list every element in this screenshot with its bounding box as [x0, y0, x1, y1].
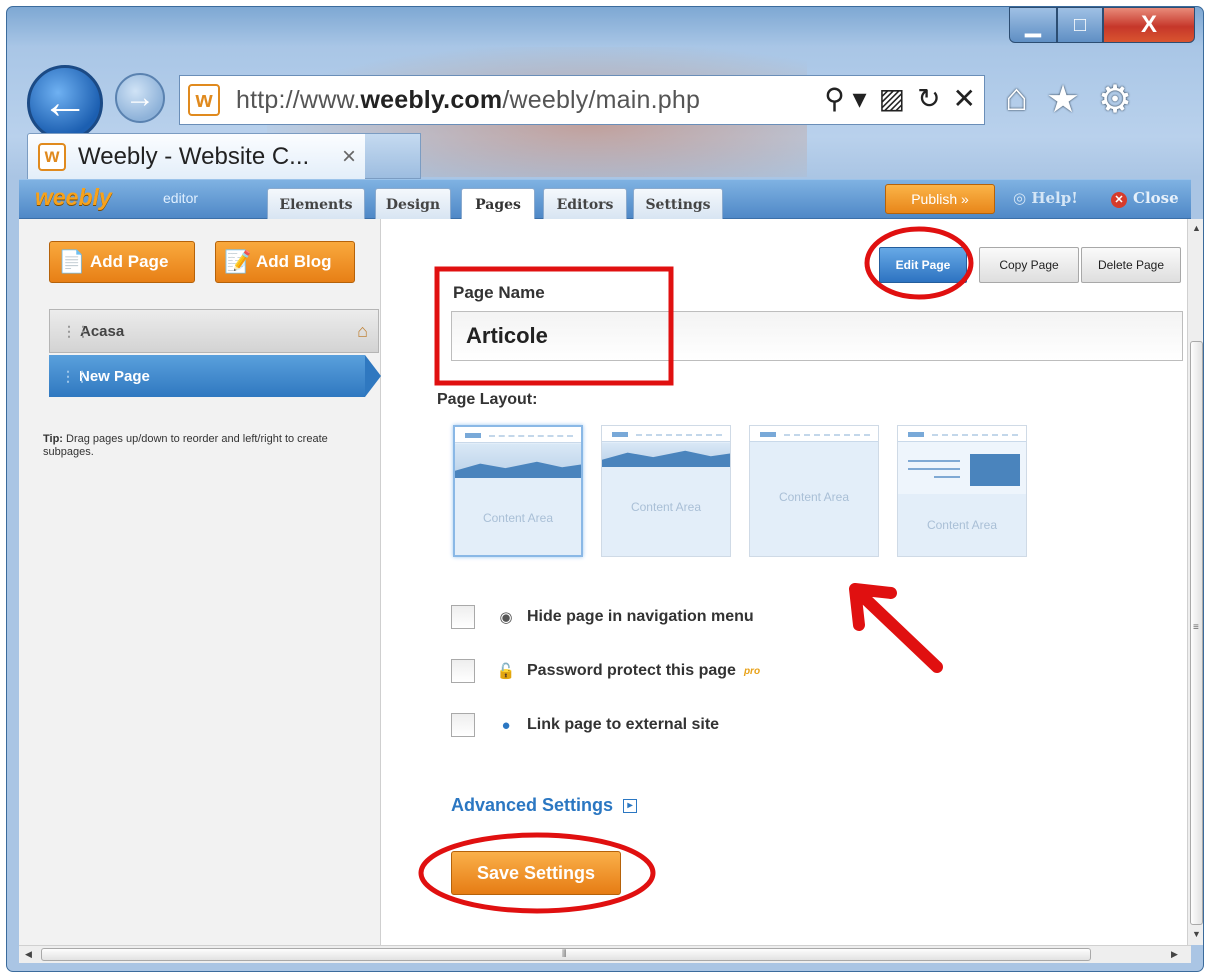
layout-option-no-banner[interactable]: Content Area: [749, 425, 879, 557]
tab-pages[interactable]: Pages: [461, 188, 535, 221]
password-protect-checkbox[interactable]: [451, 659, 475, 683]
home-icon[interactable]: ⌂: [1005, 77, 1028, 122]
help-icon: ◎: [1013, 189, 1032, 207]
hide-page-option: ◉ Hide page in navigation menu: [451, 605, 754, 629]
lock-icon: 🔓: [496, 663, 516, 680]
layout-content-label: Content Area: [482, 511, 554, 525]
favorites-star-icon[interactable]: ★: [1046, 77, 1080, 122]
save-settings-button[interactable]: Save Settings: [451, 851, 621, 895]
home-icon: ⌂: [357, 320, 368, 341]
address-bar[interactable]: w http://www.weebly.com/weebly/main.php …: [179, 75, 985, 125]
new-blog-icon: 📝: [224, 249, 252, 274]
tab-design[interactable]: Design: [375, 188, 451, 220]
pro-badge: pro: [743, 665, 761, 677]
compatibility-view-icon[interactable]: ▨: [879, 82, 905, 115]
layout-content-label: Content Area: [630, 500, 702, 514]
drag-handle-icon[interactable]: ⋮⋮: [61, 368, 89, 385]
hide-page-checkbox[interactable]: [451, 605, 475, 629]
add-page-button[interactable]: 📄 Add Page: [49, 241, 195, 283]
minimize-button[interactable]: ▁: [1009, 7, 1057, 43]
editor-subtitle: editor: [163, 190, 199, 206]
arrow-right-icon: →: [125, 81, 155, 114]
forward-button[interactable]: →: [115, 73, 165, 123]
sidebar-tip: Tip: Drag pages up/down to reorder and l…: [43, 433, 328, 458]
vertical-scroll-thumb[interactable]: ≡: [1190, 341, 1203, 925]
window-close-button[interactable]: X: [1103, 7, 1195, 43]
new-page-icon: 📄: [58, 249, 86, 274]
tab-settings[interactable]: Settings: [633, 188, 723, 220]
layout-header: [602, 426, 730, 442]
arrow-left-icon: ←: [41, 76, 89, 129]
selected-page-arrow: [365, 355, 381, 397]
refresh-icon[interactable]: ↻: [917, 82, 940, 115]
help-link[interactable]: ◎ Help!: [1013, 189, 1078, 207]
external-link-option: ● Link page to external site: [451, 713, 719, 737]
browser-window: ▁ □ X ← → w http://www.weebly.com/weebly…: [6, 6, 1204, 972]
layout-header: [750, 426, 878, 442]
window-controls: ▁ □ X: [1009, 7, 1195, 43]
back-button[interactable]: ←: [27, 65, 103, 141]
password-protect-label: Password protect this page: [527, 662, 736, 679]
scroll-left-icon[interactable]: ◀: [25, 949, 32, 960]
layout-pointer-arrow: [849, 583, 943, 673]
layout-content-label: Content Area: [778, 490, 850, 504]
layout-header: [455, 427, 581, 443]
layout-option-banner-full[interactable]: Content Area: [453, 425, 583, 557]
address-bar-icons: ⚲ ▾ ▨ ↻ ✕: [824, 82, 976, 115]
hide-page-label: Hide page in navigation menu: [527, 608, 754, 625]
layout-option-banner-short[interactable]: Content Area: [601, 425, 731, 557]
page-name-input[interactable]: [451, 311, 1183, 361]
close-icon: ✕: [1111, 192, 1127, 208]
tab-editors[interactable]: Editors: [543, 188, 627, 220]
maximize-button[interactable]: □: [1057, 7, 1103, 43]
external-link-label: Link page to external site: [527, 716, 720, 733]
page-name-label: Page Name: [453, 283, 545, 302]
editor-toolbar: weebly editor Elements Design Pages Edit…: [19, 179, 1191, 221]
tab-elements[interactable]: Elements: [267, 188, 365, 220]
horizontal-scroll-thumb[interactable]: ⦀: [41, 948, 1091, 961]
tab-close-icon[interactable]: ×: [342, 143, 356, 171]
vertical-scrollbar[interactable]: ▲ ≡ ▼: [1187, 219, 1203, 945]
scroll-right-icon[interactable]: ▶: [1171, 949, 1178, 960]
scroll-down-icon[interactable]: ▼: [1192, 929, 1201, 939]
horizontal-scrollbar[interactable]: ◀ ⦀ ▶: [19, 945, 1191, 963]
scroll-up-icon[interactable]: ▲: [1192, 223, 1201, 233]
layout-header: [898, 426, 1026, 442]
editor-content: 📄 Add Page 📝 Add Blog ⋮⋮ Acasa ⌂ ⋮⋮ New Pa…: [19, 219, 1203, 945]
layout-option-text-image[interactable]: Content Area: [897, 425, 1027, 557]
publish-button[interactable]: Publish »: [885, 184, 995, 214]
url-text[interactable]: http://www.weebly.com/weebly/main.php: [236, 86, 700, 115]
weebly-favicon-icon: w: [38, 142, 66, 171]
external-link-checkbox[interactable]: [451, 713, 475, 737]
edit-page-button[interactable]: Edit Page: [879, 247, 967, 283]
expand-icon: ▸: [623, 799, 638, 814]
copy-page-button[interactable]: Copy Page: [979, 247, 1079, 283]
sidebar-page-acasa[interactable]: ⋮⋮ Acasa ⌂: [49, 309, 379, 353]
settings-gear-icon[interactable]: ⚙: [1098, 77, 1132, 122]
sidebar-page-new-page[interactable]: ⋮⋮ New Page: [49, 355, 365, 397]
tab-title: Weebly - Website C...: [78, 142, 310, 170]
layout-banner: [455, 444, 581, 478]
layout-image: [970, 454, 1020, 486]
eye-icon: ◉: [499, 609, 513, 626]
page-layout-label: Page Layout:: [437, 391, 538, 408]
globe-icon: ●: [501, 716, 511, 734]
advanced-settings-link[interactable]: Advanced Settings ▸: [451, 795, 638, 816]
layout-banner: [602, 443, 730, 467]
weebly-logo: weebly: [35, 184, 112, 210]
stop-icon[interactable]: ✕: [953, 82, 976, 115]
search-icon[interactable]: ⚲ ▾: [824, 82, 866, 115]
drag-handle-icon[interactable]: ⋮⋮: [62, 323, 90, 340]
add-blog-button[interactable]: 📝 Add Blog: [215, 241, 355, 283]
pages-sidebar: 📄 Add Page 📝 Add Blog ⋮⋮ Acasa ⌂ ⋮⋮ New Pa…: [19, 219, 381, 945]
password-protect-option: 🔓 Password protect this page pro: [451, 659, 760, 683]
new-tab-button[interactable]: [365, 133, 421, 179]
delete-page-button[interactable]: Delete Page: [1081, 247, 1181, 283]
browser-tab[interactable]: w Weebly - Website C... ×: [27, 133, 369, 179]
layout-content-label: Content Area: [926, 518, 998, 532]
close-editor-link[interactable]: ✕ Close: [1111, 189, 1179, 208]
weebly-favicon-icon: w: [188, 84, 220, 116]
browser-toolbar-icons: ⌂ ★ ⚙: [1005, 77, 1132, 122]
